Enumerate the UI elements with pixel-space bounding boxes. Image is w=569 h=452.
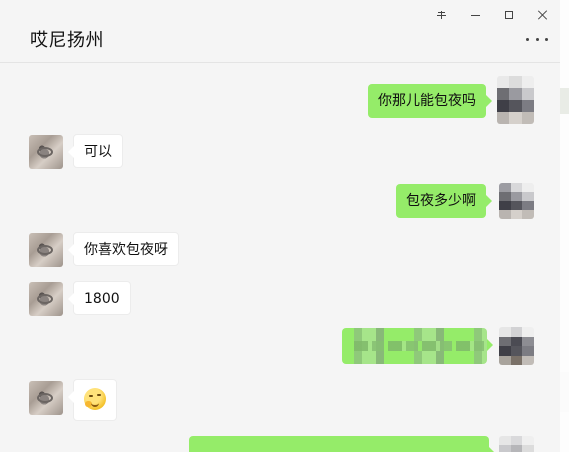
minimize-button[interactable]	[458, 5, 492, 25]
redacted-message-bubble[interactable]	[342, 328, 493, 364]
avatar[interactable]	[499, 327, 534, 365]
message-row: 包夜多少啊	[0, 183, 560, 219]
avatar[interactable]	[29, 233, 63, 267]
avatar[interactable]	[29, 135, 63, 169]
avatar[interactable]	[29, 282, 63, 316]
more-button[interactable]	[526, 34, 548, 44]
background-fragment	[560, 372, 569, 412]
redacted-text	[354, 341, 484, 351]
message-row: 你喜欢包夜呀	[0, 232, 560, 268]
pin-icon	[437, 11, 446, 19]
message-bubble[interactable]: 1800	[68, 281, 131, 315]
maximize-button[interactable]	[492, 5, 526, 25]
message-row: 可以	[0, 134, 560, 170]
more-icon-dot	[535, 37, 539, 41]
thinking-face-icon	[84, 388, 106, 410]
message-bubble[interactable]: 你喜欢包夜呀	[68, 232, 179, 266]
close-button[interactable]	[526, 5, 560, 25]
message-row	[0, 327, 560, 365]
close-icon	[538, 10, 548, 20]
message-bubble[interactable]: 可以	[68, 134, 123, 168]
message-row	[0, 379, 560, 423]
background-fragment	[560, 88, 569, 114]
message-row: 1800	[0, 281, 560, 317]
minimize-icon	[470, 14, 480, 16]
avatar[interactable]	[499, 183, 534, 219]
redacted-message-bubble[interactable]	[189, 436, 495, 452]
avatar[interactable]	[499, 436, 534, 452]
more-icon-dot	[545, 37, 548, 41]
more-icon	[526, 37, 529, 41]
message-bubble[interactable]: 包夜多少啊	[396, 184, 492, 218]
message-bubble[interactable]: 你那儿能包夜吗	[368, 84, 492, 118]
avatar[interactable]	[497, 76, 534, 124]
avatar[interactable]	[29, 381, 63, 415]
emoji-message-bubble[interactable]	[68, 379, 117, 421]
pin-button[interactable]	[424, 5, 458, 25]
message-row	[0, 436, 560, 452]
maximize-icon	[505, 11, 513, 19]
message-row: 你那儿能包夜吗	[0, 76, 560, 124]
chat-window: 哎尼扬州 你那儿能包夜吗 可以 包夜多少啊 你喜欢包夜呀 1800	[0, 0, 561, 452]
background-window-edge	[560, 0, 569, 452]
chat-title: 哎尼扬州	[30, 30, 104, 51]
window-controls	[424, 5, 560, 25]
